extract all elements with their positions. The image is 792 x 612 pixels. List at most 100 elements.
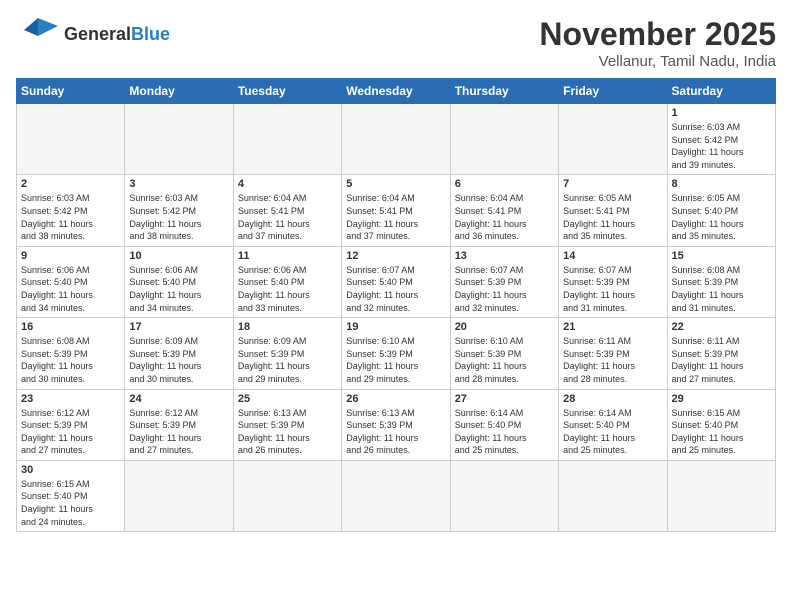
day-info: Sunrise: 6:14 AM Sunset: 5:40 PM Dayligh… [455, 407, 554, 457]
day-number: 25 [238, 393, 337, 405]
calendar-day-cell: 30 Sunrise: 6:15 AM Sunset: 5:40 PM Dayli… [17, 460, 125, 531]
calendar-day-cell: 6Sunrise: 6:04 AM Sunset: 5:41 PM Daylig… [450, 175, 558, 246]
calendar-day-cell [559, 460, 667, 531]
day-number: 5 [346, 178, 445, 190]
calendar-day-cell: 7 Sunrise: 6:05 AM Sunset: 5:41 PM Daylig… [559, 175, 667, 246]
day-number: 24 [129, 393, 228, 405]
calendar-week-row: 16 Sunrise: 6:08 AM Sunset: 5:39 PM Dayli… [17, 318, 776, 389]
calendar-day-header: Sunday [17, 79, 125, 104]
calendar-day-cell: 21Sunrise: 6:11 AM Sunset: 5:39 PM Dayli… [559, 318, 667, 389]
day-info: Sunrise: 6:14 AM Sunset: 5:40 PM Dayligh… [563, 407, 662, 457]
calendar-day-cell: 4 Sunrise: 6:04 AM Sunset: 5:41 PM Daylig… [233, 175, 341, 246]
day-number: 30 [21, 464, 120, 476]
calendar-day-cell [125, 460, 233, 531]
day-info: Sunrise: 6:04 AM Sunset: 5:41 PM Dayligh… [238, 192, 337, 242]
calendar-day-cell: 12Sunrise: 6:07 AM Sunset: 5:40 PM Dayli… [342, 246, 450, 317]
day-info: Sunrise: 6:03 AM Sunset: 5:42 PM Dayligh… [21, 192, 120, 242]
day-number: 2 [21, 178, 120, 190]
day-info: Sunrise: 6:12 AM Sunset: 5:39 PM Dayligh… [21, 407, 120, 457]
day-number: 27 [455, 393, 554, 405]
calendar-day-cell: 3Sunrise: 6:03 AM Sunset: 5:42 PM Daylig… [125, 175, 233, 246]
calendar-week-row: 2 Sunrise: 6:03 AM Sunset: 5:42 PM Daylig… [17, 175, 776, 246]
calendar-table: SundayMondayTuesdayWednesdayThursdayFrid… [16, 78, 776, 532]
day-info: Sunrise: 6:07 AM Sunset: 5:39 PM Dayligh… [563, 264, 662, 314]
calendar-day-cell: 27 Sunrise: 6:14 AM Sunset: 5:40 PM Dayli… [450, 389, 558, 460]
day-number: 20 [455, 321, 554, 333]
day-info: Sunrise: 6:11 AM Sunset: 5:39 PM Dayligh… [672, 335, 771, 385]
calendar-week-row: 9Sunrise: 6:06 AM Sunset: 5:40 PM Daylig… [17, 246, 776, 317]
day-info: Sunrise: 6:05 AM Sunset: 5:40 PM Dayligh… [672, 192, 771, 242]
day-info: Sunrise: 6:15 AM Sunset: 5:40 PM Dayligh… [21, 478, 120, 528]
calendar-day-cell [233, 460, 341, 531]
calendar-day-cell: 2 Sunrise: 6:03 AM Sunset: 5:42 PM Daylig… [17, 175, 125, 246]
day-number: 13 [455, 250, 554, 262]
day-number: 7 [563, 178, 662, 190]
day-info: Sunrise: 6:06 AM Sunset: 5:40 PM Dayligh… [21, 264, 120, 314]
day-number: 4 [238, 178, 337, 190]
logo-text-general: General [64, 24, 131, 44]
calendar-day-cell: 11 Sunrise: 6:06 AM Sunset: 5:40 PM Dayli… [233, 246, 341, 317]
day-number: 14 [563, 250, 662, 262]
logo: GeneralBlue [16, 16, 170, 52]
day-number: 10 [129, 250, 228, 262]
day-number: 23 [21, 393, 120, 405]
title-section: November 2025 Vellanur, Tamil Nadu, Indi… [539, 16, 776, 70]
calendar-day-cell: 9Sunrise: 6:06 AM Sunset: 5:40 PM Daylig… [17, 246, 125, 317]
calendar-day-cell: 16 Sunrise: 6:08 AM Sunset: 5:39 PM Dayli… [17, 318, 125, 389]
calendar-day-cell: 25 Sunrise: 6:13 AM Sunset: 5:39 PM Dayli… [233, 389, 341, 460]
day-info: Sunrise: 6:10 AM Sunset: 5:39 PM Dayligh… [455, 335, 554, 385]
day-info: Sunrise: 6:05 AM Sunset: 5:41 PM Dayligh… [563, 192, 662, 242]
calendar-day-header: Saturday [667, 79, 775, 104]
day-number: 22 [672, 321, 771, 333]
calendar-day-cell: 13Sunrise: 6:07 AM Sunset: 5:39 PM Dayli… [450, 246, 558, 317]
day-info: Sunrise: 6:03 AM Sunset: 5:42 PM Dayligh… [672, 121, 771, 171]
day-number: 28 [563, 393, 662, 405]
calendar-day-header: Tuesday [233, 79, 341, 104]
day-number: 3 [129, 178, 228, 190]
calendar-day-cell [342, 460, 450, 531]
calendar-header-row: SundayMondayTuesdayWednesdayThursdayFrid… [17, 79, 776, 104]
calendar-day-cell: 10Sunrise: 6:06 AM Sunset: 5:40 PM Dayli… [125, 246, 233, 317]
day-number: 29 [672, 393, 771, 405]
calendar-week-row: 23 Sunrise: 6:12 AM Sunset: 5:39 PM Dayli… [17, 389, 776, 460]
day-number: 1 [672, 107, 771, 119]
day-number: 18 [238, 321, 337, 333]
logo-text-blue: Blue [131, 24, 170, 44]
calendar-day-header: Thursday [450, 79, 558, 104]
calendar-day-header: Friday [559, 79, 667, 104]
calendar-day-cell [17, 104, 125, 175]
calendar-day-cell: 24 Sunrise: 6:12 AM Sunset: 5:39 PM Dayli… [125, 389, 233, 460]
day-info: Sunrise: 6:09 AM Sunset: 5:39 PM Dayligh… [129, 335, 228, 385]
day-number: 12 [346, 250, 445, 262]
day-info: Sunrise: 6:06 AM Sunset: 5:40 PM Dayligh… [238, 264, 337, 314]
day-number: 21 [563, 321, 662, 333]
day-info: Sunrise: 6:15 AM Sunset: 5:40 PM Dayligh… [672, 407, 771, 457]
day-number: 17 [129, 321, 228, 333]
calendar-day-cell: 23 Sunrise: 6:12 AM Sunset: 5:39 PM Dayli… [17, 389, 125, 460]
calendar-day-cell: 17 Sunrise: 6:09 AM Sunset: 5:39 PM Dayli… [125, 318, 233, 389]
day-info: Sunrise: 6:09 AM Sunset: 5:39 PM Dayligh… [238, 335, 337, 385]
page-header: GeneralBlue November 2025 Vellanur, Tami… [16, 16, 776, 70]
day-info: Sunrise: 6:13 AM Sunset: 5:39 PM Dayligh… [238, 407, 337, 457]
calendar-day-cell [233, 104, 341, 175]
day-info: Sunrise: 6:04 AM Sunset: 5:41 PM Dayligh… [455, 192, 554, 242]
calendar-day-cell [667, 460, 775, 531]
day-info: Sunrise: 6:12 AM Sunset: 5:39 PM Dayligh… [129, 407, 228, 457]
calendar-day-cell: 14 Sunrise: 6:07 AM Sunset: 5:39 PM Dayli… [559, 246, 667, 317]
calendar-day-cell: 22 Sunrise: 6:11 AM Sunset: 5:39 PM Dayli… [667, 318, 775, 389]
calendar-day-cell: 26Sunrise: 6:13 AM Sunset: 5:39 PM Dayli… [342, 389, 450, 460]
calendar-day-cell [450, 104, 558, 175]
day-number: 11 [238, 250, 337, 262]
calendar-week-row: 30 Sunrise: 6:15 AM Sunset: 5:40 PM Dayli… [17, 460, 776, 531]
calendar-day-header: Monday [125, 79, 233, 104]
calendar-day-cell: 28 Sunrise: 6:14 AM Sunset: 5:40 PM Dayli… [559, 389, 667, 460]
logo-icon [16, 16, 60, 52]
calendar-day-cell [342, 104, 450, 175]
day-info: Sunrise: 6:08 AM Sunset: 5:39 PM Dayligh… [21, 335, 120, 385]
day-info: Sunrise: 6:13 AM Sunset: 5:39 PM Dayligh… [346, 407, 445, 457]
calendar-day-cell: 5 Sunrise: 6:04 AM Sunset: 5:41 PM Daylig… [342, 175, 450, 246]
day-number: 16 [21, 321, 120, 333]
calendar-week-row: 1 Sunrise: 6:03 AM Sunset: 5:42 PM Daylig… [17, 104, 776, 175]
day-info: Sunrise: 6:08 AM Sunset: 5:39 PM Dayligh… [672, 264, 771, 314]
day-info: Sunrise: 6:04 AM Sunset: 5:41 PM Dayligh… [346, 192, 445, 242]
